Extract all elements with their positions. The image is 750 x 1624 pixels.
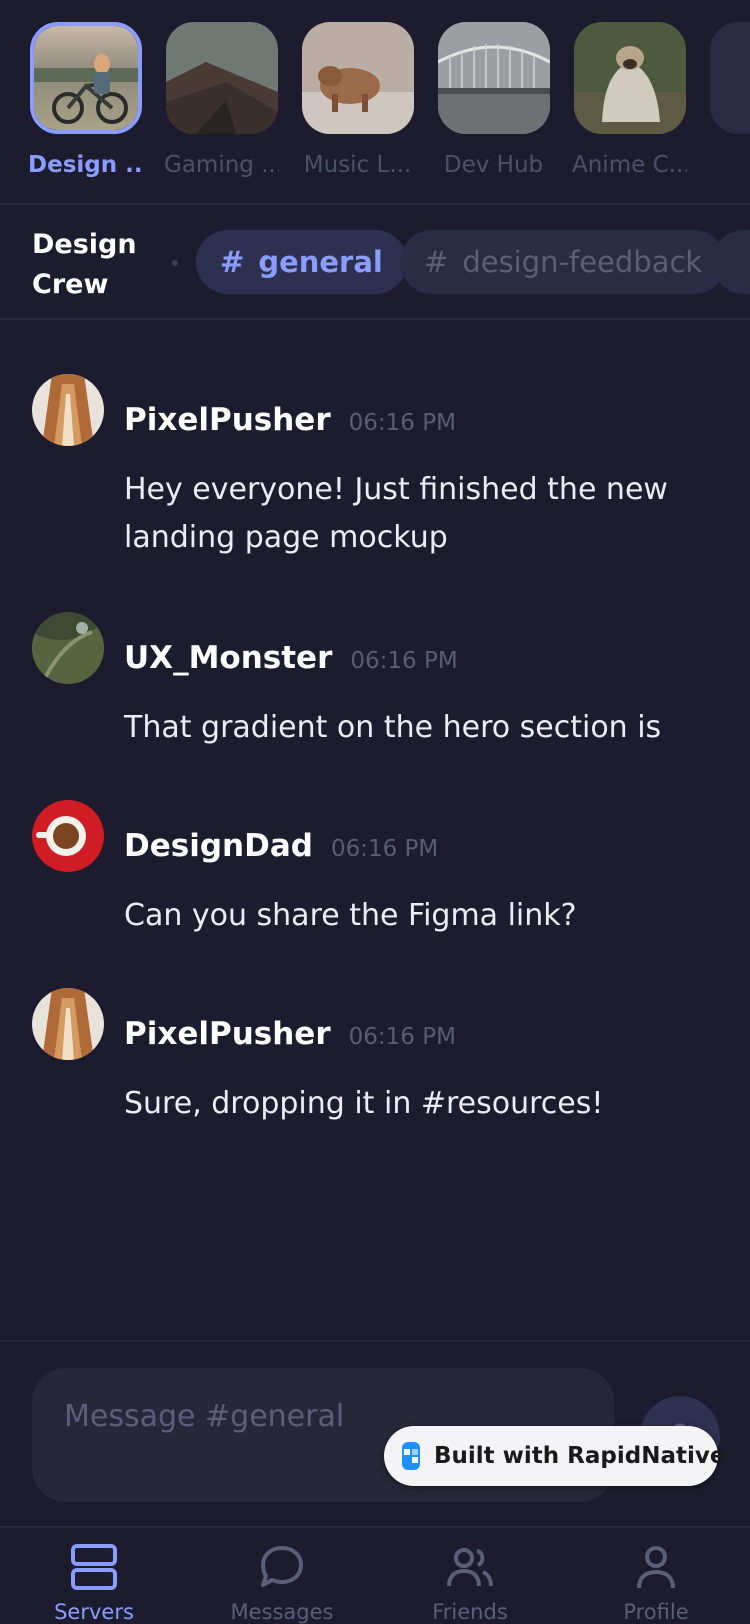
nav-label: Servers [54,1600,134,1624]
channel-chip-design-feedback[interactable]: # design-feedback [400,230,727,294]
server-thumbnail [437,22,550,134]
nav-label: Friends [432,1600,508,1624]
server-label: Gaming ... [164,152,279,178]
built-with-badge[interactable]: Built with RapidNative [384,1426,725,1486]
message-composer: Built with RapidNative [0,1340,750,1526]
message-text: Hey everyone! Just finished the new land… [124,472,668,555]
message-text: That gradient on the hero section is [124,710,662,745]
message-text: Can you share the Figma link? [124,898,577,933]
server-partial[interactable]: A [708,22,750,178]
hash-icon: # [220,245,245,279]
channel-chip-general[interactable]: # general [196,230,407,294]
nav-friends[interactable]: Friends [376,1542,564,1624]
message-timestamp: 06:16 PM [350,648,458,674]
avatar[interactable] [32,374,104,446]
server-thumbnail [29,22,142,134]
message-timestamp: 06:16 PM [330,836,439,862]
nav-messages[interactable]: Messages [188,1542,376,1624]
server-thumbnail [165,22,278,134]
user-icon [637,1546,675,1589]
server-design-crew[interactable]: Design ... [28,22,143,178]
nav-profile[interactable]: Profile [562,1542,750,1624]
server-name: Design Crew [32,229,137,300]
message-timestamp: 06:16 PM [348,410,456,436]
channel-bar: Design Crew # general # design-feedback [0,205,750,320]
users-icon [447,1548,493,1587]
message-username[interactable]: PixelPusher [124,1016,331,1052]
server-thumbnail [301,22,414,134]
server-list: Design ... Gaming ... Music L... Dev Hub… [0,0,750,205]
avatar[interactable] [32,800,104,872]
chat-bubble-icon [261,1546,303,1587]
message-username[interactable]: UX_Monster [124,640,332,676]
server-thumbnail [573,22,686,134]
separator-dot [172,260,178,266]
message-header: PixelPusher 06:16 PM [124,402,456,438]
server-gaming[interactable]: Gaming ... [164,22,279,178]
message-header: PixelPusher 06:16 PM [124,1016,456,1052]
server-label: Music L... [303,152,412,178]
nav-label: Profile [623,1600,689,1624]
message-username[interactable]: DesignDad [124,828,313,864]
message-username[interactable]: PixelPusher [124,402,331,438]
message-header: DesignDad 06:16 PM [124,828,438,864]
message-header: UX_Monster 06:16 PM [124,640,458,676]
message-list: PixelPusher 06:16 PM Hey everyone! Just … [0,322,750,1340]
server-thumbnail [709,22,750,134]
bottom-nav: Servers Messages Friends Profile [0,1526,750,1624]
hash-icon: # [424,245,449,279]
server-dev-hub[interactable]: Dev Hub [436,22,551,178]
server-anime[interactable]: Anime C... [572,22,687,178]
channel-name: design-feedback [462,245,703,279]
server-label: A [708,152,750,178]
rapidnative-logo-icon [402,1442,420,1470]
badge-text: Built with RapidNative [434,1443,726,1469]
server-icon [71,1544,117,1590]
nav-label: Messages [230,1600,334,1624]
server-label: Anime C... [572,152,687,178]
avatar[interactable] [32,988,104,1060]
server-label: Dev Hub [443,152,544,178]
server-music[interactable]: Music L... [300,22,415,178]
server-label: Design ... [28,152,143,178]
avatar[interactable] [32,612,104,684]
message-timestamp: 06:16 PM [348,1024,456,1050]
message-text: Sure, dropping it in #resources! [124,1086,604,1121]
chat-app: Design ... Gaming ... Music L... Dev Hub… [0,0,750,1624]
channel-name: general [258,245,383,279]
nav-servers[interactable]: Servers [0,1542,188,1624]
